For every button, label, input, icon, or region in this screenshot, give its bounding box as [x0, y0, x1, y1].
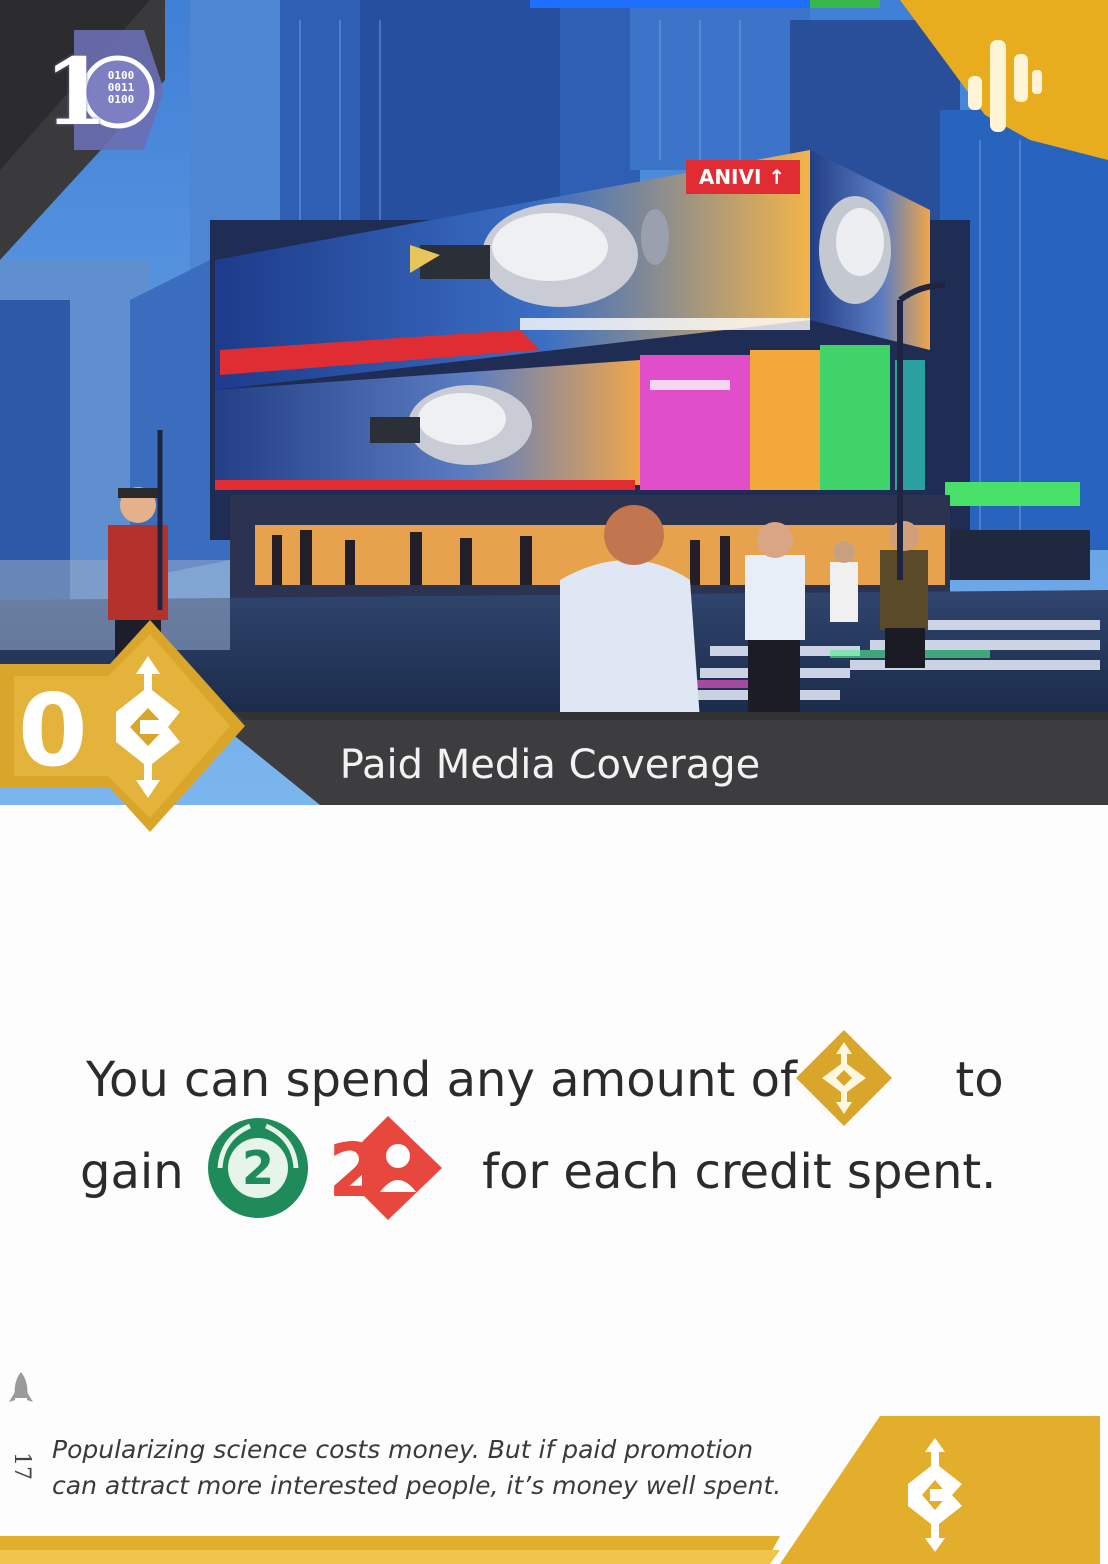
publicity-laurel-icon: 2 [208, 1118, 308, 1218]
svg-text:2: 2 [328, 1128, 380, 1214]
effect-line2-end: for each credit spent. [482, 1144, 997, 1200]
game-card[interactable]: ANIVI ↑ 1 0100 0011 0100 0 Paid Media Co… [0, 0, 1108, 1564]
credit-icon [796, 1030, 892, 1126]
corner-bits: 0100 0011 0100 [95, 70, 147, 122]
credit-icon [116, 656, 180, 798]
effect-line1-end: to [955, 1052, 1004, 1108]
signal-bars-icon [968, 40, 1042, 132]
corner-bits-row: 0100 [107, 93, 135, 106]
svg-text:ANIVI ↑: ANIVI ↑ [699, 165, 785, 189]
effect-line1-start: You can spend any amount of [86, 1052, 797, 1108]
cost-value: 0 [18, 672, 88, 789]
effect-line2-start: gain [80, 1144, 184, 1200]
green-value: 2 [242, 1141, 274, 1195]
credit-icon [908, 1438, 962, 1552]
rocket-icon [9, 1372, 33, 1402]
fans-icon: 2 [328, 1116, 442, 1220]
card-title: Paid Media Coverage [339, 742, 761, 788]
